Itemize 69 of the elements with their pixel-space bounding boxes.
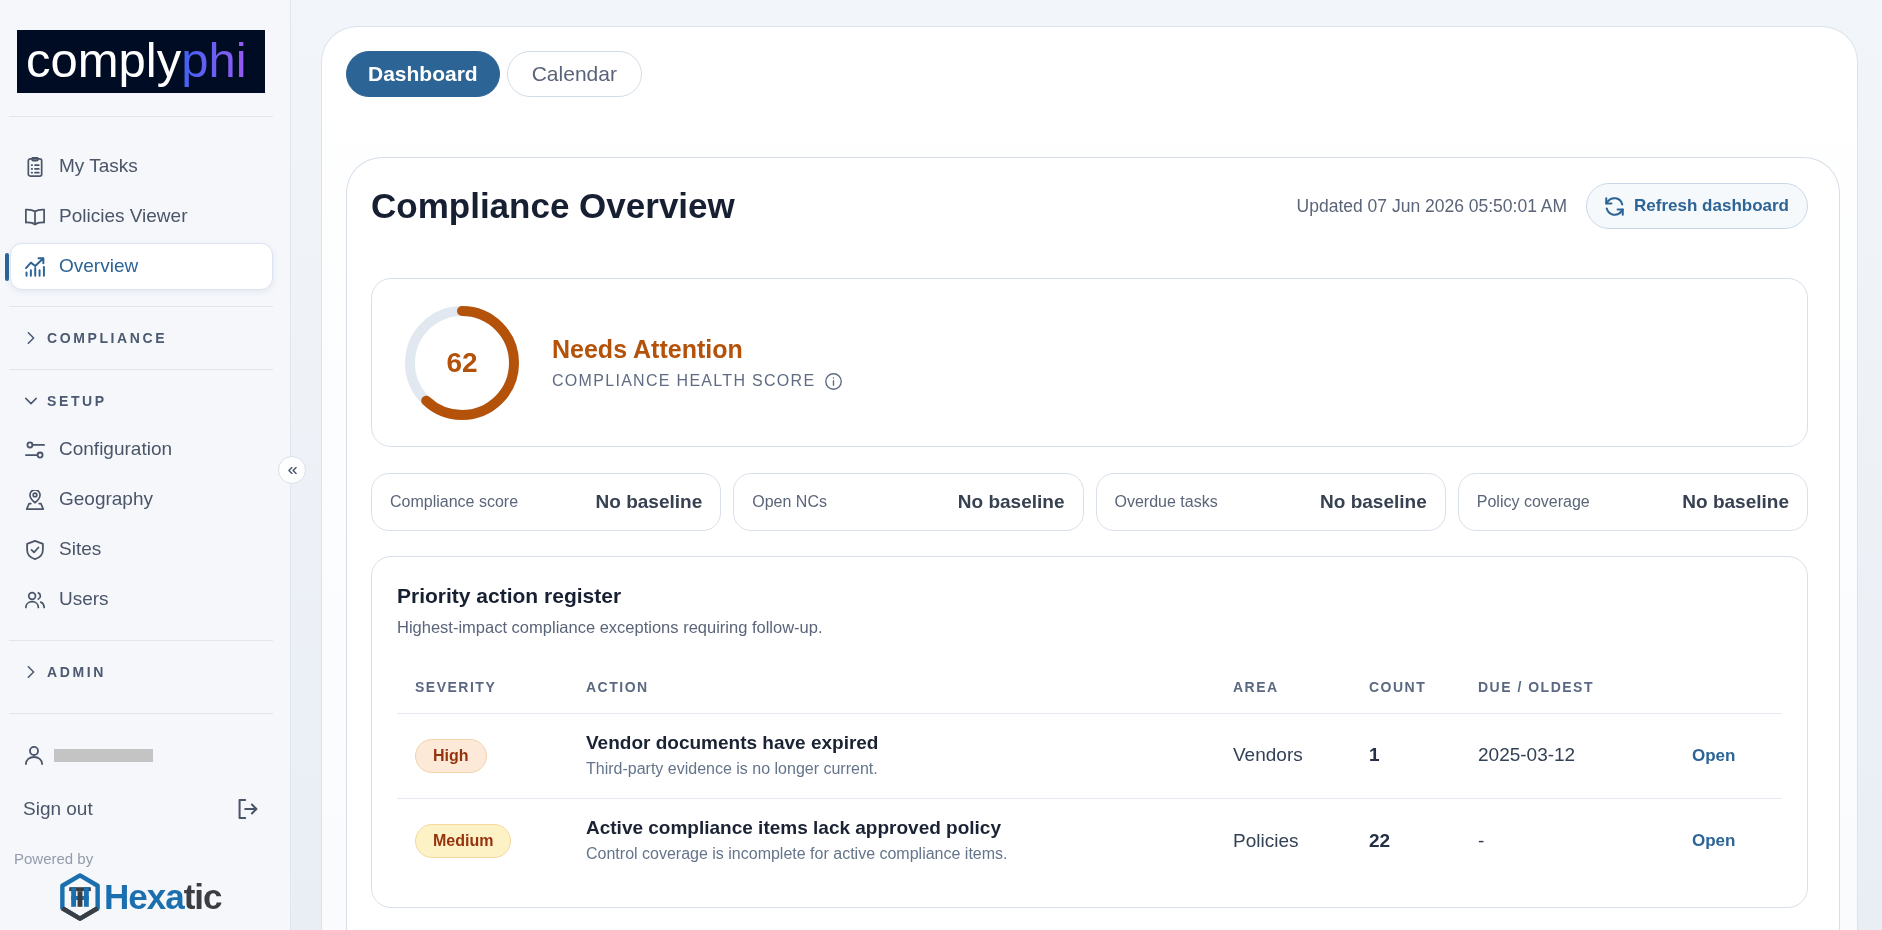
line-chart-icon [25, 256, 45, 277]
double-chevron-left-icon [287, 466, 297, 474]
column-header: COUNT [1351, 663, 1460, 713]
refresh-button[interactable]: Refresh dashboard [1586, 183, 1808, 229]
clipboard-icon [25, 156, 45, 177]
column-header: SEVERITY [397, 663, 568, 713]
action-title: Active compliance items lack approved policy [586, 816, 1002, 841]
selection-bar [5, 252, 9, 281]
kpi-value: No baseline [1320, 489, 1427, 514]
info-icon [825, 372, 843, 390]
open-link[interactable]: Open [1692, 831, 1736, 850]
location-pin-icon [25, 489, 45, 510]
user-icon [25, 745, 43, 765]
health-caption: COMPLIANCE HEALTH SCORE [552, 371, 816, 391]
logout-icon [238, 799, 258, 819]
table-cell: 1 [1351, 713, 1460, 798]
open-link[interactable]: Open [1692, 745, 1736, 765]
table-cell: 22 [1351, 798, 1460, 883]
nav-item[interactable]: Overview [10, 243, 273, 290]
powered-by-text: Powered by [13, 850, 95, 868]
open-book-icon [25, 206, 45, 227]
column-header: DUE / OLDEST [1460, 663, 1674, 713]
action-title: Vendor documents have expired [586, 731, 880, 755]
table-cell: Vendors [1215, 713, 1351, 798]
updated-timestamp: Updated 07 Jun 2026 05:50:01 AM [1296, 194, 1568, 218]
chevron-down-icon [25, 397, 37, 405]
table-cell: - [1460, 798, 1674, 883]
hexagon-logo-icon [59, 873, 101, 921]
kpi-label: Open NCs [752, 492, 827, 512]
chevron-right-icon [27, 666, 35, 678]
nav-item[interactable]: Sites [10, 526, 273, 573]
section-title: Priority action register [397, 583, 623, 609]
column-header: AREA [1215, 663, 1351, 713]
section-subtitle: Highest-impact compliance exceptions requiring follow-up. [397, 617, 824, 638]
section-header[interactable]: SETUP [5, 386, 273, 416]
kpi-value: No baseline [1682, 489, 1789, 514]
collapse-button[interactable] [278, 456, 306, 484]
health-status: Needs Attention [552, 334, 744, 364]
logo: complyphi [17, 30, 265, 93]
table-cell: Policies [1215, 798, 1351, 883]
section-header[interactable]: ADMIN [5, 657, 273, 687]
users-icon [25, 589, 45, 610]
tab[interactable]: Calendar [506, 51, 642, 97]
nav-item[interactable]: Geography [10, 476, 273, 523]
refresh-icon [1605, 195, 1625, 217]
sign-out-link[interactable]: Sign out [9, 789, 273, 829]
kpi-value: No baseline [957, 489, 1065, 514]
nav-item[interactable]: My Tasks [10, 143, 273, 190]
kpi-value: No baseline [595, 489, 703, 514]
column-header: ACTION [568, 663, 1215, 713]
nav-item[interactable]: Configuration [10, 426, 273, 473]
severity-badge: Medium [415, 823, 512, 858]
chevron-right-icon [27, 332, 35, 344]
kpi-label: Compliance score [390, 492, 519, 512]
sliders-icon [25, 439, 45, 460]
kpi-label: Overdue tasks [1114, 492, 1218, 512]
shield-check-icon [25, 539, 45, 560]
section-header[interactable]: COMPLIANCE [5, 323, 273, 353]
nav-item[interactable]: Policies Viewer [10, 193, 273, 240]
score-value: 62 [446, 346, 478, 379]
brand-wordmark: Hexatic [104, 877, 222, 917]
severity-badge: High [415, 738, 487, 773]
page-title: Compliance Overview [371, 185, 736, 227]
action-description: Third-party evidence is no longer current. [586, 759, 879, 779]
action-description: Control coverage is incomplete for active compliance items. [586, 844, 1009, 865]
tab[interactable]: Dashboard [346, 51, 500, 97]
kpi-label: Policy coverage [1476, 492, 1590, 512]
table-cell: 2025-03-12 [1460, 713, 1674, 798]
nav-item[interactable]: Users [10, 576, 273, 623]
